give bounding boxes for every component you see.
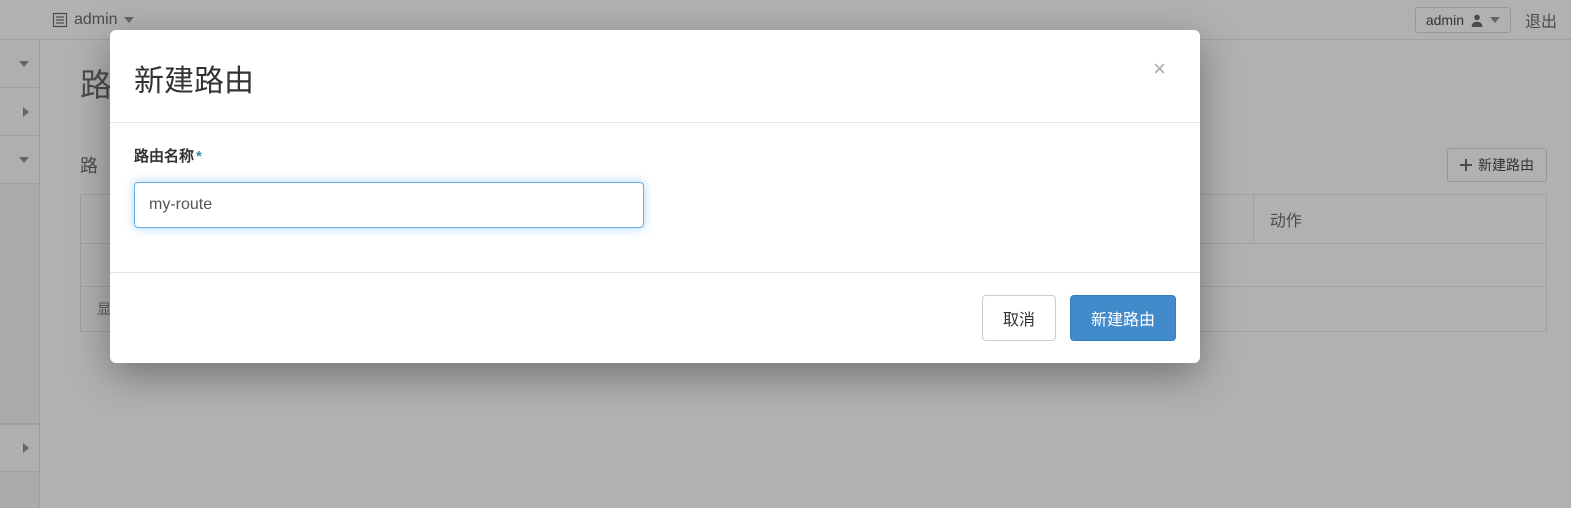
route-name-input[interactable]: [134, 182, 644, 228]
modal-header: 新建路由 ×: [110, 30, 1200, 123]
cancel-button[interactable]: 取消: [982, 295, 1056, 341]
route-name-label-text: 路由名称: [134, 148, 194, 165]
required-mark: *: [196, 148, 202, 165]
modal-body: 路由名称*: [110, 123, 1200, 273]
new-route-modal: 新建路由 × 路由名称* 取消 新建路由: [110, 30, 1200, 363]
create-route-button[interactable]: 新建路由: [1070, 295, 1176, 341]
route-name-label: 路由名称*: [134, 148, 202, 165]
modal-footer: 取消 新建路由: [110, 273, 1200, 363]
close-icon[interactable]: ×: [1149, 56, 1170, 82]
modal-title: 新建路由: [134, 56, 254, 100]
